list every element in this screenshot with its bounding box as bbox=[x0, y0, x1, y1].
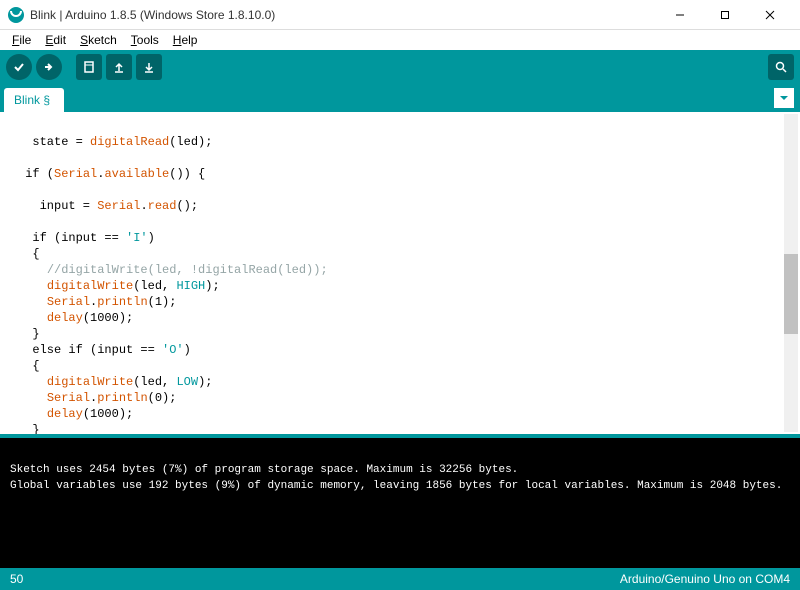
code-line: Serial.println(1); bbox=[18, 295, 176, 309]
toolbar bbox=[0, 50, 800, 84]
console-line: Sketch uses 2454 bytes (7%) of program s… bbox=[10, 464, 518, 476]
code-editor[interactable]: state = digitalRead(led); if (Serial.ava… bbox=[0, 112, 800, 434]
status-bar: 50 Arduino/Genuino Uno on COM4 bbox=[0, 568, 800, 590]
code-line: delay(1000); bbox=[18, 311, 133, 325]
app-icon bbox=[8, 7, 24, 23]
code-line: else if (input == 'O') bbox=[18, 343, 191, 357]
titlebar: Blink | Arduino 1.8.5 (Windows Store 1.8… bbox=[0, 0, 800, 30]
code-line: { bbox=[18, 359, 40, 373]
code-line: state = digitalRead(led); bbox=[18, 135, 212, 149]
code-line bbox=[18, 215, 25, 229]
open-button[interactable] bbox=[106, 54, 132, 80]
console-line: Global variables use 192 bytes (9%) of d… bbox=[10, 480, 782, 492]
tab-menu-button[interactable] bbox=[774, 88, 794, 108]
code-line: { bbox=[18, 247, 40, 261]
tab-blink[interactable]: Blink § bbox=[4, 88, 64, 112]
menubar: File Edit Sketch Tools Help bbox=[0, 30, 800, 50]
menu-tools[interactable]: Tools bbox=[125, 31, 165, 49]
board-port-info: Arduino/Genuino Uno on COM4 bbox=[620, 572, 790, 586]
window-title: Blink | Arduino 1.8.5 (Windows Store 1.8… bbox=[30, 8, 657, 22]
code-line bbox=[18, 183, 25, 197]
menu-help[interactable]: Help bbox=[167, 31, 204, 49]
code-line: if (Serial.available()) { bbox=[18, 167, 205, 181]
new-button[interactable] bbox=[76, 54, 102, 80]
verify-button[interactable] bbox=[6, 54, 32, 80]
console-output: Sketch uses 2454 bytes (7%) of program s… bbox=[0, 438, 800, 568]
code-line: Serial.println(0); bbox=[18, 391, 176, 405]
code-line: } bbox=[18, 327, 40, 341]
code-line: digitalWrite(led, HIGH); bbox=[18, 279, 220, 293]
scrollbar-thumb[interactable] bbox=[784, 254, 798, 334]
code-line: } bbox=[18, 423, 40, 434]
code-line: delay(1000); bbox=[18, 407, 133, 421]
code-line: //digitalWrite(led, !digitalRead(led)); bbox=[18, 263, 328, 277]
code-line: input = Serial.read(); bbox=[18, 199, 198, 213]
close-button[interactable] bbox=[747, 1, 792, 29]
code-line bbox=[18, 151, 25, 165]
save-button[interactable] bbox=[136, 54, 162, 80]
scrollbar-vertical[interactable] bbox=[784, 114, 798, 432]
code-line: if (input == 'I') bbox=[18, 231, 155, 245]
upload-button[interactable] bbox=[36, 54, 62, 80]
window-controls bbox=[657, 1, 792, 29]
menu-file[interactable]: File bbox=[6, 31, 37, 49]
line-number: 50 bbox=[10, 572, 23, 586]
maximize-button[interactable] bbox=[702, 1, 747, 29]
serial-monitor-button[interactable] bbox=[768, 54, 794, 80]
minimize-button[interactable] bbox=[657, 1, 702, 29]
menu-sketch[interactable]: Sketch bbox=[74, 31, 123, 49]
tab-bar: Blink § bbox=[0, 84, 800, 112]
menu-edit[interactable]: Edit bbox=[39, 31, 72, 49]
code-line: digitalWrite(led, LOW); bbox=[18, 375, 212, 389]
